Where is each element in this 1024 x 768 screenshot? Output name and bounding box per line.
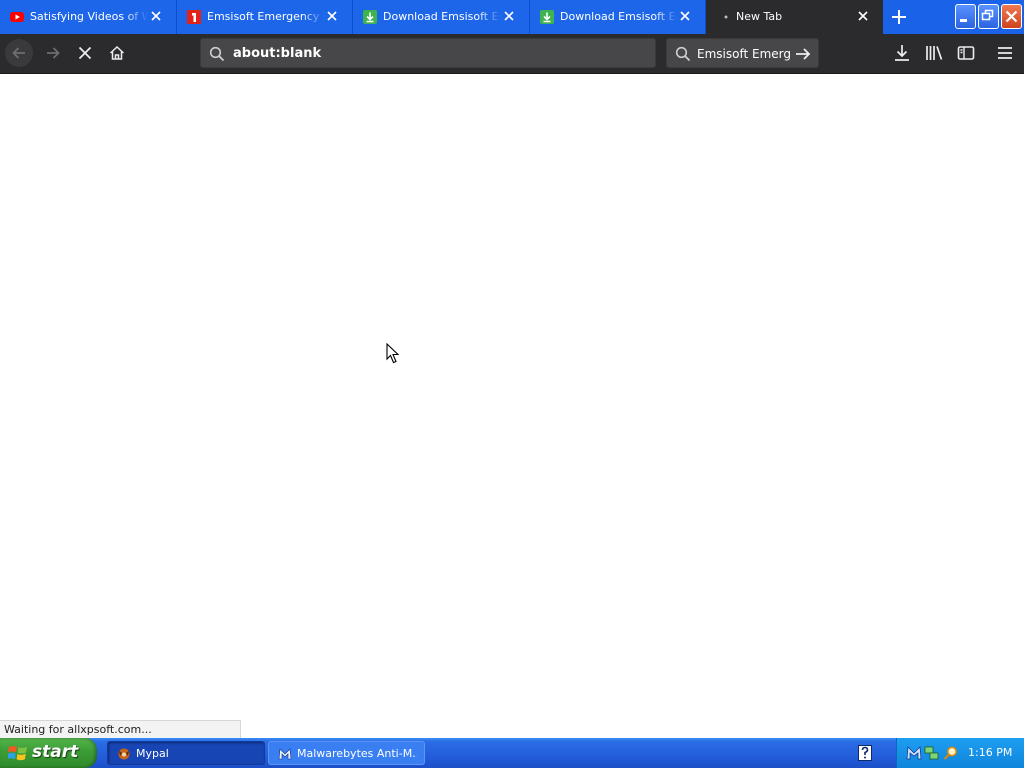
clock: 1:16 PM bbox=[968, 746, 1013, 759]
close-tab-icon[interactable] bbox=[150, 10, 162, 22]
tab-title: Download Emsisoft Emer bbox=[560, 10, 678, 23]
stop-icon bbox=[78, 46, 92, 60]
tab-satisfying-videos[interactable]: Satisfying Videos of Wor bbox=[0, 0, 177, 34]
taskbar: start Mypal Malwarebytes Anti-M... 1:16 … bbox=[0, 738, 1024, 768]
system-tray: 1:16 PM bbox=[896, 738, 1024, 768]
tab-title: Emsisoft Emergency Kit bbox=[207, 10, 325, 23]
stop-button[interactable] bbox=[71, 39, 99, 67]
back-arrow-icon bbox=[12, 47, 25, 59]
downloads-icon[interactable] bbox=[891, 42, 913, 64]
close-tab-icon[interactable] bbox=[503, 10, 515, 22]
tab-strip: Satisfying Videos of Wor Emsisoft Emerge… bbox=[0, 0, 1024, 34]
download-site-icon bbox=[363, 10, 377, 24]
navigation-toolbar: about:blank Emsisoft Emergency bbox=[0, 34, 1024, 74]
tab-download-emsisoft-1[interactable]: Download Emsisoft Emer bbox=[353, 0, 530, 34]
go-arrow-icon[interactable] bbox=[794, 45, 812, 63]
emsisoft-icon bbox=[187, 10, 201, 24]
minimize-icon bbox=[960, 19, 967, 22]
tab-title: Download Emsisoft Emer bbox=[383, 10, 501, 23]
start-label: start bbox=[32, 742, 79, 762]
mypal-icon bbox=[118, 748, 130, 760]
taskbar-item-label: Mypal bbox=[136, 747, 169, 760]
tab-title: New Tab bbox=[736, 10, 783, 23]
sidebar-toggle-icon[interactable] bbox=[955, 42, 977, 64]
search-bar[interactable]: Emsisoft Emergency bbox=[666, 38, 819, 68]
tab-emsisoft-kit[interactable]: Emsisoft Emergency Kit bbox=[177, 0, 353, 34]
menu-hamburger-icon[interactable] bbox=[994, 42, 1016, 64]
malwarebytes-tray-icon[interactable] bbox=[906, 745, 922, 761]
search-icon bbox=[675, 46, 691, 62]
home-icon bbox=[109, 45, 125, 60]
status-text: Waiting for allxpsoft.com... bbox=[4, 723, 152, 736]
close-tab-icon[interactable] bbox=[857, 10, 869, 22]
url-text: about:blank bbox=[233, 46, 322, 61]
tab-download-emsisoft-2[interactable]: Download Emsisoft Emer bbox=[530, 0, 706, 34]
forward-arrow-icon bbox=[47, 47, 60, 59]
help-icon[interactable] bbox=[858, 745, 872, 761]
close-tab-icon[interactable] bbox=[679, 10, 691, 22]
home-button[interactable] bbox=[103, 39, 131, 67]
back-button[interactable] bbox=[5, 39, 33, 67]
new-tab-plus-icon[interactable] bbox=[888, 6, 910, 28]
youtube-icon bbox=[10, 12, 24, 22]
network-tray-icon[interactable] bbox=[924, 745, 940, 761]
search-input-text: Emsisoft Emergency bbox=[697, 47, 791, 61]
close-tab-icon[interactable] bbox=[326, 10, 338, 22]
forward-button[interactable] bbox=[39, 39, 67, 67]
windows-logo-icon bbox=[8, 746, 27, 761]
start-button[interactable]: start bbox=[0, 738, 97, 768]
restore-icon bbox=[981, 9, 994, 21]
close-window-button[interactable] bbox=[1001, 4, 1022, 29]
malwarebytes-icon bbox=[278, 748, 292, 760]
minimize-button[interactable] bbox=[955, 4, 976, 29]
tab-title: Satisfying Videos of Wor bbox=[30, 10, 148, 23]
download-site-icon bbox=[540, 10, 554, 24]
status-panel: Waiting for allxpsoft.com... bbox=[0, 720, 241, 738]
loading-dot-icon bbox=[724, 15, 728, 19]
search-icon bbox=[209, 46, 225, 62]
taskbar-item-label: Malwarebytes Anti-M... bbox=[297, 747, 417, 760]
taskbar-item-mypal[interactable]: Mypal bbox=[107, 741, 265, 765]
close-icon bbox=[1005, 10, 1018, 23]
search-tray-icon[interactable] bbox=[943, 745, 959, 761]
url-bar[interactable]: about:blank bbox=[200, 38, 656, 68]
restore-button[interactable] bbox=[978, 4, 999, 29]
tab-new-tab[interactable]: New Tab bbox=[706, 0, 883, 34]
page-content-area[interactable] bbox=[0, 74, 1024, 738]
library-icon[interactable] bbox=[923, 42, 945, 64]
taskbar-item-malwarebytes[interactable]: Malwarebytes Anti-M... bbox=[268, 741, 425, 765]
mouse-cursor-icon bbox=[386, 343, 400, 364]
